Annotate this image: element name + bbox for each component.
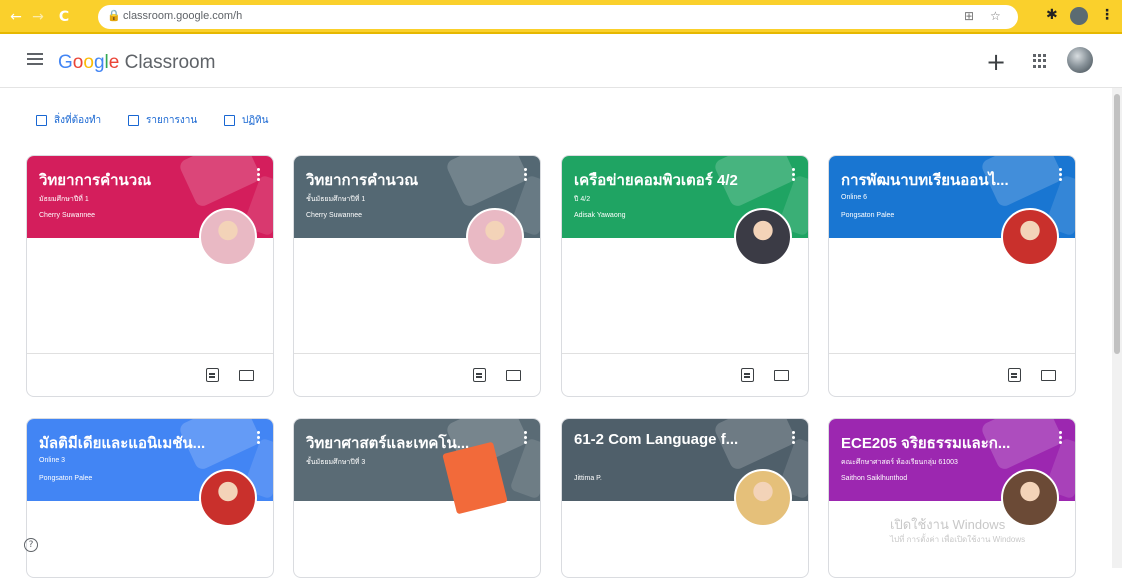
course-teacher: Pongsaton Palee — [39, 475, 93, 482]
assignments-link[interactable]: รายการงาน — [128, 113, 197, 128]
course-card[interactable]: วิทยาการคำนวณมัธยมศึกษาปีที่ 1 Cherry Suw… — [26, 155, 274, 397]
forward-icon[interactable]: → — [28, 7, 48, 27]
address-bar[interactable]: 🔒 classroom.google.com/h ⊞ ☆ — [98, 5, 1018, 29]
more-vert-icon[interactable] — [524, 431, 528, 445]
course-title[interactable]: วิทยาศาสตร์และเทคโน... — [306, 431, 469, 455]
course-teacher: Jittima P. — [574, 475, 602, 482]
profile-icon[interactable] — [1070, 7, 1088, 25]
hamburger-menu-icon[interactable] — [27, 53, 43, 66]
teacher-avatar — [734, 469, 792, 527]
teacher-avatar — [466, 208, 524, 266]
course-card[interactable]: วิทยาศาสตร์และเทคโน... ชั้นมัธยมศึกษาปีที… — [293, 418, 541, 578]
course-title[interactable]: 61-2 Com Language f... — [574, 431, 738, 448]
course-teacher: Adisak Yawaong — [574, 212, 626, 219]
more-vert-icon[interactable]: ⋮ — [1100, 7, 1114, 23]
teacher-avatar — [199, 208, 257, 266]
course-teacher: Saithon Saiklhunthod — [841, 475, 908, 482]
app-bar: Google Classroom + — [0, 36, 1122, 88]
windows-activation-subtext: ไปที่ การตั้งค่า เพื่อเปิดใช้งาน Windows — [890, 535, 1026, 544]
folder-icon[interactable] — [239, 370, 254, 381]
teacher-avatar — [1001, 469, 1059, 527]
course-card-footer — [562, 353, 808, 396]
folder-icon[interactable] — [1041, 370, 1056, 381]
lock-icon: 🔒 — [107, 9, 121, 22]
course-card[interactable]: เครือข่ายคอมพิวเตอร์ 4/2 ปี 4/2 Adisak Yaw… — [561, 155, 809, 397]
course-card[interactable]: ECE205 จริยธรรมและก... คณะศึกษาศาสตร์ ห้อ… — [828, 418, 1076, 578]
course-section: Online 3 — [39, 457, 66, 464]
more-vert-icon[interactable] — [792, 431, 796, 445]
folder-icon[interactable] — [774, 370, 789, 381]
header-illustration — [177, 156, 263, 209]
assignment-icon[interactable] — [741, 368, 754, 382]
teacher-avatar — [734, 208, 792, 266]
course-teacher: Cherry Suwannee — [306, 212, 363, 219]
assignment-icon[interactable] — [206, 368, 219, 382]
course-title[interactable]: การพัฒนาบทเรียนออนไ... — [841, 168, 1009, 192]
teacher-avatar — [199, 469, 257, 527]
course-card[interactable]: วิทยาการคำนวณชั้นมัธยมศึกษาปีที่ 1 Cherry… — [293, 155, 541, 397]
calendar-link[interactable]: ปฏิทิน — [224, 113, 269, 128]
course-card-footer — [829, 353, 1075, 396]
course-title[interactable]: วิทยาการคำนวณ — [306, 168, 418, 192]
assignment-icon[interactable] — [473, 368, 486, 382]
add-class-button[interactable]: + — [986, 48, 1006, 76]
scrollbar-thumb[interactable] — [1114, 94, 1120, 354]
windows-activation-watermark: เปิดใช้งาน Windows — [890, 517, 1006, 532]
more-vert-icon[interactable] — [1059, 168, 1063, 182]
scrollbar[interactable] — [1112, 88, 1122, 568]
todo-icon — [36, 115, 47, 126]
extension-icon[interactable]: ⊞ — [964, 9, 974, 23]
course-section: ชั้นมัธยมศึกษาปีที่ 1 — [306, 196, 366, 203]
course-section: ปี 4/2 — [574, 196, 591, 203]
folder-icon[interactable] — [506, 370, 521, 381]
course-teacher: Cherry Suwannee — [39, 212, 96, 219]
course-card[interactable]: มัลติมีเดียและแอนิเมชัน... Online 3 Pongsa… — [26, 418, 274, 578]
course-title[interactable]: เครือข่ายคอมพิวเตอร์ 4/2 — [574, 168, 738, 192]
header-illustration — [444, 156, 530, 209]
course-section: คณะศึกษาศาสตร์ ห้องเรียนกลุ่ม 61003 — [841, 459, 958, 466]
google-classroom-logo[interactable]: Google Classroom — [58, 52, 215, 74]
url-text[interactable]: classroom.google.com/h — [123, 10, 242, 22]
help-icon[interactable]: ? — [24, 538, 38, 552]
account-avatar[interactable] — [1067, 47, 1093, 73]
more-vert-icon[interactable] — [257, 431, 261, 445]
course-card-footer — [27, 353, 273, 396]
browser-toolbar: ← → C 🔒 classroom.google.com/h ⊞ ☆ ✱ ⋮ — [0, 0, 1122, 34]
assignment-icon[interactable] — [1008, 368, 1021, 382]
calendar-icon — [224, 115, 235, 126]
course-title[interactable]: มัลติมีเดียและแอนิเมชัน... — [39, 431, 205, 455]
star-icon[interactable]: ☆ — [990, 9, 1001, 23]
course-card[interactable]: 61-2 Com Language f... Jittima P. — [561, 418, 809, 578]
course-section: Online 6 — [841, 194, 868, 201]
more-vert-icon[interactable] — [257, 168, 261, 182]
folder-icon — [128, 115, 139, 126]
course-title[interactable]: วิทยาการคำนวณ — [39, 168, 151, 192]
puzzle-icon[interactable]: ✱ — [1046, 7, 1058, 23]
more-vert-icon[interactable] — [1059, 431, 1063, 445]
course-title[interactable]: ECE205 จริยธรรมและก... — [841, 431, 1010, 455]
teacher-avatar — [1001, 208, 1059, 266]
apps-grid-icon[interactable] — [1033, 54, 1047, 68]
course-section: ชั้นมัธยมศึกษาปีที่ 3 — [306, 459, 366, 466]
course-section: มัธยมศึกษาปีที่ 1 — [39, 196, 89, 203]
reload-icon[interactable]: C — [54, 7, 74, 27]
todo-link[interactable]: สิ่งที่ต้องทำ — [36, 113, 101, 128]
more-vert-icon[interactable] — [792, 168, 796, 182]
course-card-footer — [294, 353, 540, 396]
back-icon[interactable]: ← — [6, 7, 26, 27]
course-card[interactable]: การพัฒนาบทเรียนออนไ... Online 6 Pongsaton … — [828, 155, 1076, 397]
course-teacher: Pongsaton Palee — [841, 212, 895, 219]
more-vert-icon[interactable] — [524, 168, 528, 182]
